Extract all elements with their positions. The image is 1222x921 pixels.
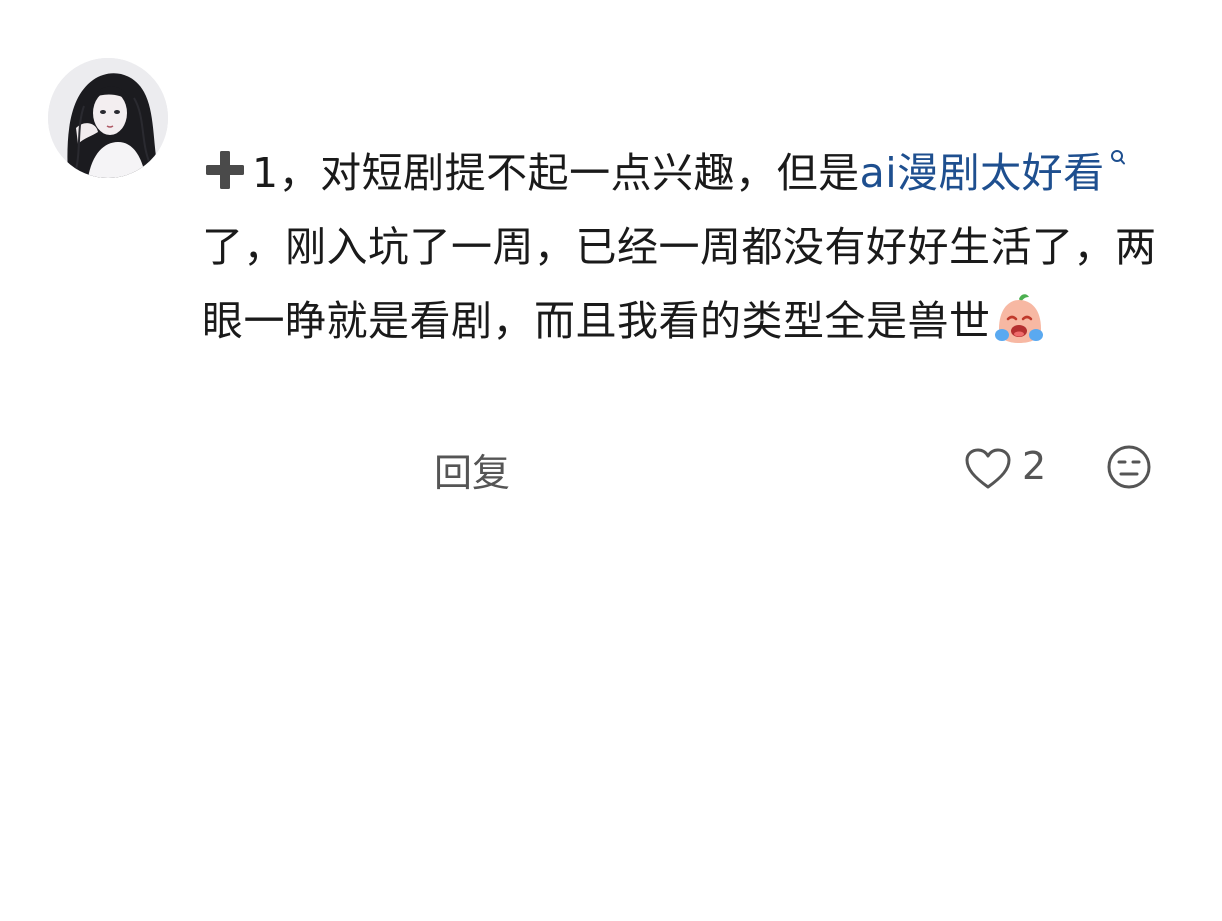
like-count: 2 [1022,444,1047,488]
reply-button[interactable]: 回复 [434,442,510,497]
topic-link[interactable]: ai漫剧太好看 [860,149,1105,197]
avatar-image [48,58,168,178]
comment-text-part1: 1，对短剧提不起一点兴趣，但是 [252,149,860,197]
plus-icon [206,151,244,189]
comment-text: 1，对短剧提不起一点兴趣，但是ai漫剧太好看 了，刚入坑了一周，已经一周都没有好… [202,136,1186,358]
comment-actions: 回复 2 [0,436,1222,500]
crying-emoji-icon [994,294,1043,343]
comment-item: 1，对短剧提不起一点兴趣，但是ai漫剧太好看 了，刚入坑了一周，已经一周都没有好… [0,0,1222,921]
reaction-button[interactable] [1106,444,1152,490]
heart-icon [965,448,1011,489]
avatar[interactable] [48,58,168,178]
neutral-face-icon [1107,445,1151,489]
search-icon[interactable] [1109,149,1127,167]
